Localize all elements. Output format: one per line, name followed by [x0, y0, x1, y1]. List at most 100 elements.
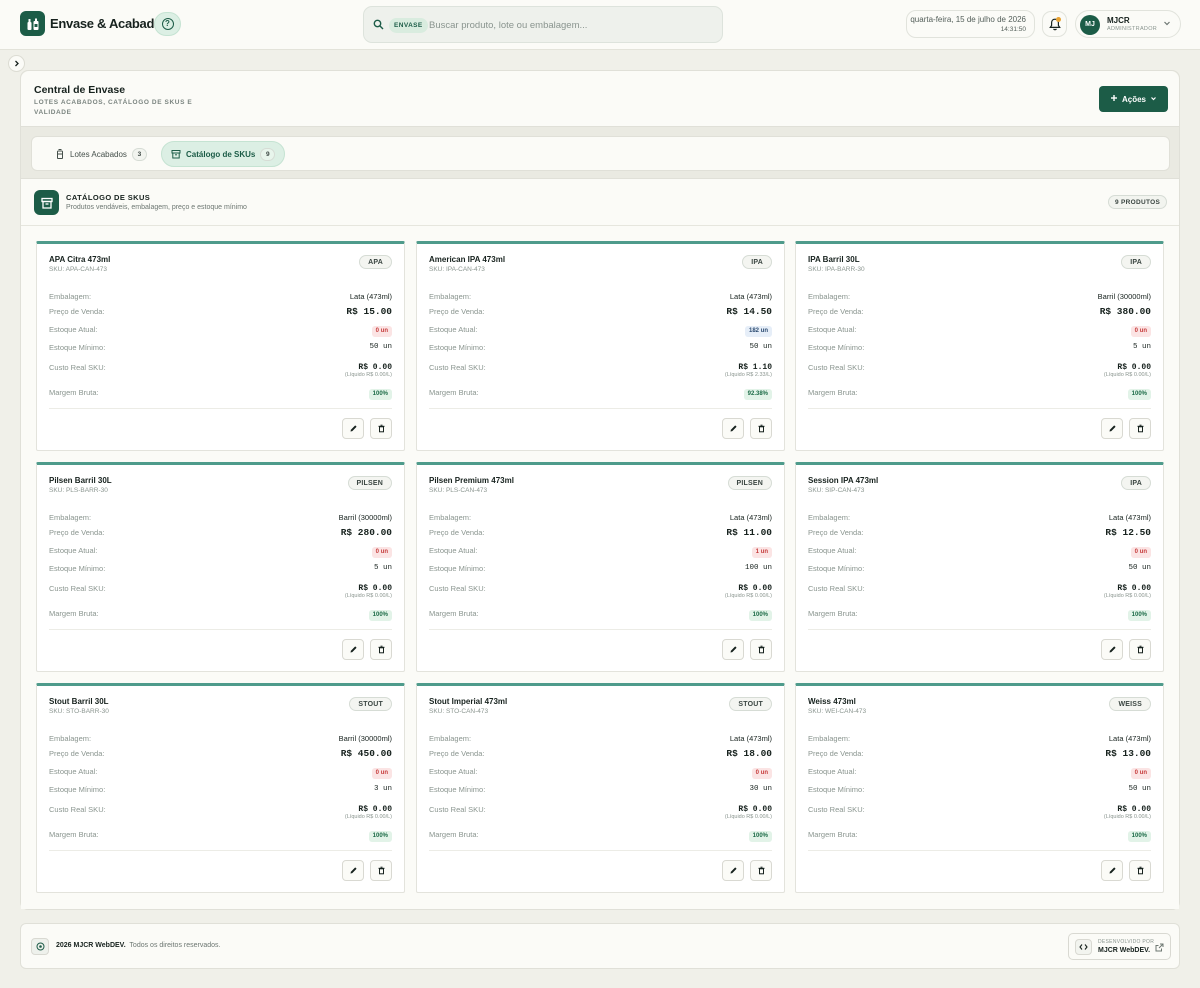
delete-button[interactable] — [370, 418, 392, 439]
edit-button[interactable] — [722, 860, 744, 881]
stock-badge: 0 un — [371, 547, 392, 558]
archive-box-icon — [34, 190, 59, 215]
edit-button[interactable] — [342, 418, 364, 439]
delete-button[interactable] — [370, 860, 392, 881]
packaging-value: Barril (30000ml) — [338, 734, 392, 743]
margin-value: 100% — [1127, 830, 1151, 842]
product-card: Pilsen Barril 30L SKU: PLS-BARR-30 PILSE… — [36, 462, 405, 672]
stock-value: 0 un — [371, 325, 392, 337]
margin-value: 100% — [368, 609, 392, 621]
external-link-icon — [1155, 943, 1164, 954]
tab-lotes-acabados[interactable]: Lotes Acabados 3 — [46, 141, 156, 167]
search-icon — [373, 19, 384, 32]
stock-label: Estoque Atual: — [429, 767, 478, 776]
delete-button[interactable] — [750, 860, 772, 881]
min-stock-value: 3 un — [373, 785, 392, 793]
margin-label: Margem Bruta: — [808, 388, 858, 397]
stock-label: Estoque Atual: — [808, 767, 857, 776]
search-input[interactable]: Buscar produto, lote ou embalagem... — [429, 20, 587, 31]
packaging-value: Lata (473ml) — [729, 292, 772, 301]
edit-button[interactable] — [342, 860, 364, 881]
developer-link[interactable]: DESENVOLVIDO POR MJCR WebDEV. — [1068, 933, 1171, 960]
min-stock-label: Estoque Mínimo: — [429, 785, 486, 794]
pencil-icon — [1109, 646, 1116, 653]
stock-value: 0 un — [371, 546, 392, 558]
trash-icon — [758, 645, 764, 654]
cost-value: R$ 0.00 — [738, 805, 772, 814]
chevron-down-icon — [1150, 95, 1157, 104]
min-stock-label: Estoque Mínimo: — [429, 343, 486, 352]
style-badge: PILSEN — [347, 476, 392, 490]
current-time: 14:31:50 — [1000, 26, 1026, 33]
edit-button[interactable] — [342, 639, 364, 660]
stock-value: 0 un — [1130, 767, 1151, 779]
delete-button[interactable] — [370, 639, 392, 660]
search-bar[interactable]: ENVASE Buscar produto, lote ou embalagem… — [363, 6, 723, 43]
delete-button[interactable] — [1129, 418, 1151, 439]
divider — [49, 408, 392, 409]
margin-label: Margem Bruta: — [49, 830, 99, 839]
trash-icon — [1137, 866, 1143, 875]
stock-value: 182 un — [744, 325, 772, 337]
user-menu[interactable]: MJ MJCR ADMINISTRADOR — [1075, 10, 1181, 38]
delete-button[interactable] — [750, 639, 772, 660]
footer-text: 2026 MJCR WebDEV. Todos os direitos rese… — [56, 942, 220, 949]
edit-button[interactable] — [722, 418, 744, 439]
stock-badge: 1 un — [751, 547, 772, 558]
margin-value: 100% — [748, 830, 772, 842]
min-stock-value: 50 un — [369, 343, 392, 351]
sidebar-toggle-button[interactable] — [8, 55, 25, 72]
tab-label: Lotes Acabados — [70, 149, 127, 159]
edit-button[interactable] — [1101, 418, 1123, 439]
style-badge: IPA — [742, 255, 772, 269]
min-stock-label: Estoque Mínimo: — [49, 564, 106, 573]
cost-per-liter: (Líquido R$ 0.00/L) — [344, 372, 392, 378]
packaging-value: Lata (473ml) — [349, 292, 392, 301]
margin-label: Margem Bruta: — [808, 830, 858, 839]
cost-per-liter: (Líquido R$ 0.00/L) — [1103, 372, 1151, 378]
page-subtitle: LOTES ACABADOS, CATÁLOGO DE SKUS E VALID… — [34, 99, 193, 116]
help-button[interactable]: ? — [154, 12, 181, 36]
cost-value: R$ 0.00 — [358, 805, 392, 814]
cost-label: Custo Real SKU: — [429, 805, 486, 814]
stock-label: Estoque Atual: — [429, 546, 478, 555]
product-name: Session IPA 473ml — [808, 476, 879, 485]
sku-catalog-section: CATÁLOGO DE SKUS Produtos vendáveis, emb… — [21, 178, 1179, 909]
tab-catalogo-skus[interactable]: Catálogo de SKUs 9 — [161, 141, 286, 167]
actions-button[interactable]: Ações — [1099, 86, 1168, 112]
stock-label: Estoque Atual: — [49, 767, 98, 776]
price-value: R$ 18.00 — [726, 748, 772, 759]
packaging-label: Embalagem: — [808, 292, 851, 301]
user-role: ADMINISTRADOR — [1107, 26, 1158, 32]
product-card: IPA Barril 30L SKU: IPA-BARR-30 IPA Emba… — [795, 241, 1164, 451]
edit-button[interactable] — [1101, 639, 1123, 660]
delete-button[interactable] — [1129, 639, 1151, 660]
cost-value: R$ 0.00 — [1117, 363, 1151, 372]
trash-icon — [1137, 645, 1143, 654]
user-name: MJCR — [1107, 16, 1130, 25]
margin-badge: 92.38% — [743, 389, 772, 400]
trash-icon — [758, 866, 764, 875]
pencil-icon — [730, 646, 737, 653]
cost-value: R$ 0.00 — [738, 584, 772, 593]
margin-badge: 100% — [1127, 389, 1151, 400]
stock-value: 0 un — [371, 767, 392, 779]
edit-button[interactable] — [1101, 860, 1123, 881]
style-badge: WEISS — [1109, 697, 1151, 711]
edit-button[interactable] — [722, 639, 744, 660]
product-name: Stout Imperial 473ml — [429, 697, 508, 706]
notifications-button[interactable] — [1042, 11, 1067, 37]
packaging-label: Embalagem: — [429, 734, 472, 743]
delete-button[interactable] — [750, 418, 772, 439]
delete-button[interactable] — [1129, 860, 1151, 881]
min-stock-label: Estoque Mínimo: — [49, 785, 106, 794]
stock-value: 0 un — [1130, 546, 1151, 558]
product-name: IPA Barril 30L — [808, 255, 860, 264]
price-label: Preço de Venda: — [808, 749, 864, 758]
price-label: Preço de Venda: — [49, 749, 105, 758]
cost-value: R$ 0.00 — [358, 584, 392, 593]
margin-badge: 100% — [1127, 831, 1151, 842]
top-bar: Envase & Acabados ? ENVASE Buscar produt… — [0, 0, 1200, 50]
margin-label: Margem Bruta: — [808, 609, 858, 618]
cost-label: Custo Real SKU: — [429, 584, 486, 593]
